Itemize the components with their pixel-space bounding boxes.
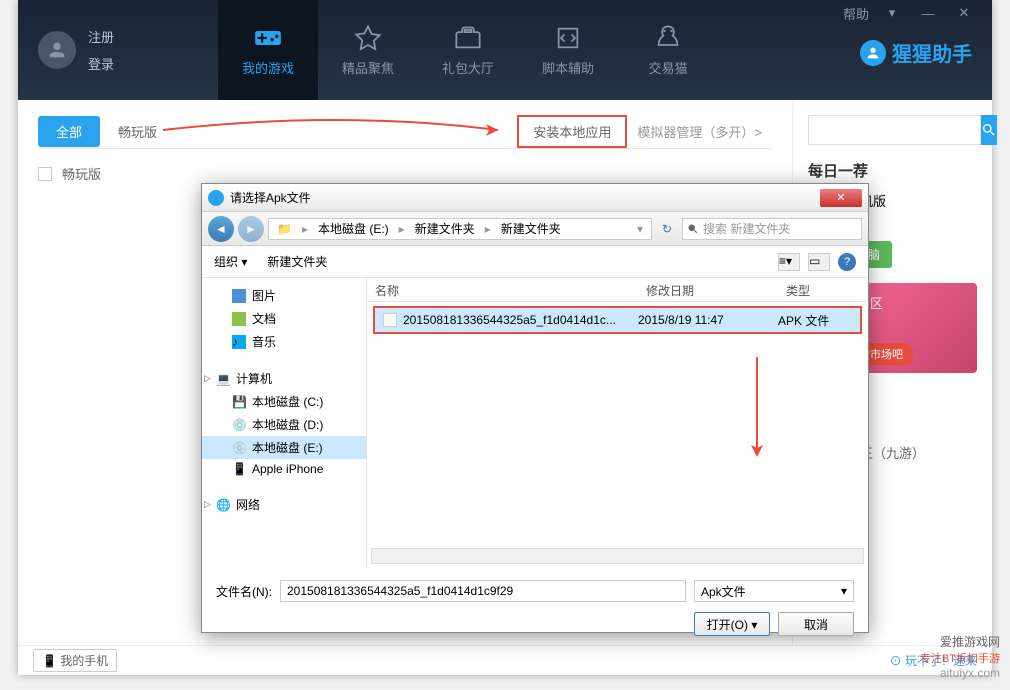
dialog-body: 图片 文档 ♪音乐 ▷💻计算机 💾本地磁盘 (C:) 💿本地磁盘 (D:) 💿本… xyxy=(202,278,868,568)
tree-pictures[interactable]: 图片 xyxy=(202,284,366,307)
breadcrumb[interactable]: 📁 ▸ 本地磁盘 (E:) ▸ 新建文件夹 ▸ 新建文件夹 ▾ xyxy=(268,218,652,240)
watermark: 爱推游戏网 专注BT折扣手游 aituiyx.com xyxy=(920,633,1000,680)
nav-tab-featured[interactable]: 精品聚焦 xyxy=(318,0,418,100)
nav-tab-mygames[interactable]: 我的游戏 xyxy=(218,0,318,100)
emulator-manage-link[interactable]: 模拟器管理（多开）> xyxy=(627,117,772,146)
nav-tabs: 我的游戏 精品聚焦 礼包大厅 脚本辅助 交易猫 xyxy=(218,0,838,100)
user-area: 注册 登录 xyxy=(18,0,218,100)
dialog-titlebar: 请选择Apk文件 ✕ xyxy=(202,184,868,212)
new-folder-button[interactable]: 新建文件夹 xyxy=(267,253,327,270)
close-button[interactable]: ✕ xyxy=(946,0,982,26)
breadcrumb-segment[interactable]: 本地磁盘 (E:) xyxy=(314,220,393,237)
tree-iphone[interactable]: 📱Apple iPhone xyxy=(202,459,366,479)
tree-music[interactable]: ♪音乐 xyxy=(202,330,366,353)
nav-label: 精品聚焦 xyxy=(342,58,394,77)
tree-network[interactable]: ▷🌐网络 xyxy=(202,493,366,516)
dialog-nav: ◄ ► 📁 ▸ 本地磁盘 (E:) ▸ 新建文件夹 ▸ 新建文件夹 ▾ ↻ 搜索… xyxy=(202,212,868,246)
window-controls: 帮助 ▾ — ✕ xyxy=(838,0,982,30)
avatar[interactable] xyxy=(38,31,76,69)
file-list: 名称 修改日期 类型 201508181336544325a5_f1d0414d… xyxy=(367,278,868,568)
open-button[interactable]: 打开(O) ▾ xyxy=(694,612,770,636)
nav-label: 我的游戏 xyxy=(242,58,294,77)
file-dialog: 请选择Apk文件 ✕ ◄ ► 📁 ▸ 本地磁盘 (E:) ▸ 新建文件夹 ▸ 新… xyxy=(201,183,869,633)
nav-tab-scripts[interactable]: 脚本辅助 xyxy=(518,0,618,100)
filename-input[interactable] xyxy=(280,580,686,602)
col-name[interactable]: 名称 xyxy=(367,278,638,301)
subtab-all[interactable]: 全部 xyxy=(38,116,100,147)
dialog-close-button[interactable]: ✕ xyxy=(820,189,862,207)
preview-button[interactable]: ▭ xyxy=(808,253,830,271)
dialog-footer: 文件名(N): Apk文件▾ 打开(O) ▾ 取消 xyxy=(202,568,868,648)
scrollbar[interactable] xyxy=(371,548,864,564)
daily-title: 每日一荐 xyxy=(808,160,977,181)
forward-button[interactable]: ► xyxy=(238,216,264,242)
file-type: APK 文件 xyxy=(770,308,860,333)
filename-label: 文件名(N): xyxy=(216,583,272,600)
help-icon[interactable]: ? xyxy=(838,253,856,271)
search-input[interactable] xyxy=(808,115,981,145)
dialog-title: 请选择Apk文件 xyxy=(230,189,311,206)
filetype-select[interactable]: Apk文件▾ xyxy=(694,580,854,602)
brand: 猩猩助手 xyxy=(860,38,982,67)
watermark-title: 爱推游戏网 xyxy=(920,633,1000,650)
search-bar xyxy=(808,115,977,145)
search-button[interactable] xyxy=(981,115,997,145)
tree-disk-c[interactable]: 💾本地磁盘 (C:) xyxy=(202,390,366,413)
file-date: 2015/8/19 11:47 xyxy=(630,309,770,331)
minimize-button[interactable]: — xyxy=(910,0,946,26)
header: 注册 登录 我的游戏 精品聚焦 礼包大厅 脚本辅助 交易猫 帮助 ▾ — ✕ 猩… xyxy=(18,0,992,100)
checkbox[interactable] xyxy=(38,167,52,181)
tree-computer[interactable]: ▷💻计算机 xyxy=(202,367,366,390)
view-button[interactable]: ≡▾ xyxy=(778,253,800,271)
nav-label: 礼包大厅 xyxy=(442,58,494,77)
nav-label: 交易猫 xyxy=(648,58,687,77)
file-icon xyxy=(383,313,397,327)
login-link[interactable]: 登录 xyxy=(88,54,114,73)
annotation-arrow-1 xyxy=(158,105,518,155)
refresh-button[interactable]: ↻ xyxy=(656,218,678,240)
folder-tree: 图片 文档 ♪音乐 ▷💻计算机 💾本地磁盘 (C:) 💿本地磁盘 (D:) 💿本… xyxy=(202,278,367,568)
tree-disk-e[interactable]: 💿本地磁盘 (E:) xyxy=(202,436,366,459)
menu-button[interactable]: ▾ xyxy=(874,0,910,26)
tree-disk-d[interactable]: 💿本地磁盘 (D:) xyxy=(202,413,366,436)
my-phone-button[interactable]: 📱 我的手机 xyxy=(33,649,117,672)
footer: 📱 我的手机 ⊙ 玩不了！速来 xyxy=(18,645,992,675)
file-row[interactable]: 201508181336544325a5_f1d0414d1c... 2015/… xyxy=(375,308,860,332)
brand-icon xyxy=(860,40,886,66)
breadcrumb-segment[interactable]: 新建文件夹 xyxy=(411,220,479,237)
col-date[interactable]: 修改日期 xyxy=(638,278,778,301)
watermark-sub: 专注BT折扣手游 xyxy=(920,650,1000,666)
dialog-search[interactable]: 搜索 新建文件夹 xyxy=(682,218,862,240)
annotation-highlight: 201508181336544325a5_f1d0414d1c... 2015/… xyxy=(373,306,862,334)
dialog-icon xyxy=(208,190,224,206)
cancel-button[interactable]: 取消 xyxy=(778,612,854,636)
folder-icon: 📁 xyxy=(273,222,296,236)
tree-documents[interactable]: 文档 xyxy=(202,307,366,330)
organize-button[interactable]: 组织 ▾ xyxy=(214,253,247,270)
dialog-toolbar: 组织 ▾ 新建文件夹 ≡▾ ▭ ? xyxy=(202,246,868,278)
back-button[interactable]: ◄ xyxy=(208,216,234,242)
help-button[interactable]: 帮助 xyxy=(838,0,874,26)
watermark-url: aituiyx.com xyxy=(920,666,1000,680)
breadcrumb-segment[interactable]: 新建文件夹 xyxy=(497,220,565,237)
nav-tab-gifts[interactable]: 礼包大厅 xyxy=(418,0,518,100)
register-link[interactable]: 注册 xyxy=(88,27,114,46)
install-local-link[interactable]: 安装本地应用 xyxy=(517,115,627,148)
search-placeholder: 搜索 新建文件夹 xyxy=(703,220,790,237)
nav-tab-trade[interactable]: 交易猫 xyxy=(618,0,718,100)
annotation-arrow-2 xyxy=(747,352,767,472)
game-name: 畅玩版 xyxy=(62,164,101,183)
file-name: 201508181336544325a5_f1d0414d1c... xyxy=(403,313,616,327)
file-header: 名称 修改日期 类型 xyxy=(367,278,868,302)
brand-text: 猩猩助手 xyxy=(892,38,972,67)
nav-label: 脚本辅助 xyxy=(542,58,594,77)
col-type[interactable]: 类型 xyxy=(778,278,868,301)
